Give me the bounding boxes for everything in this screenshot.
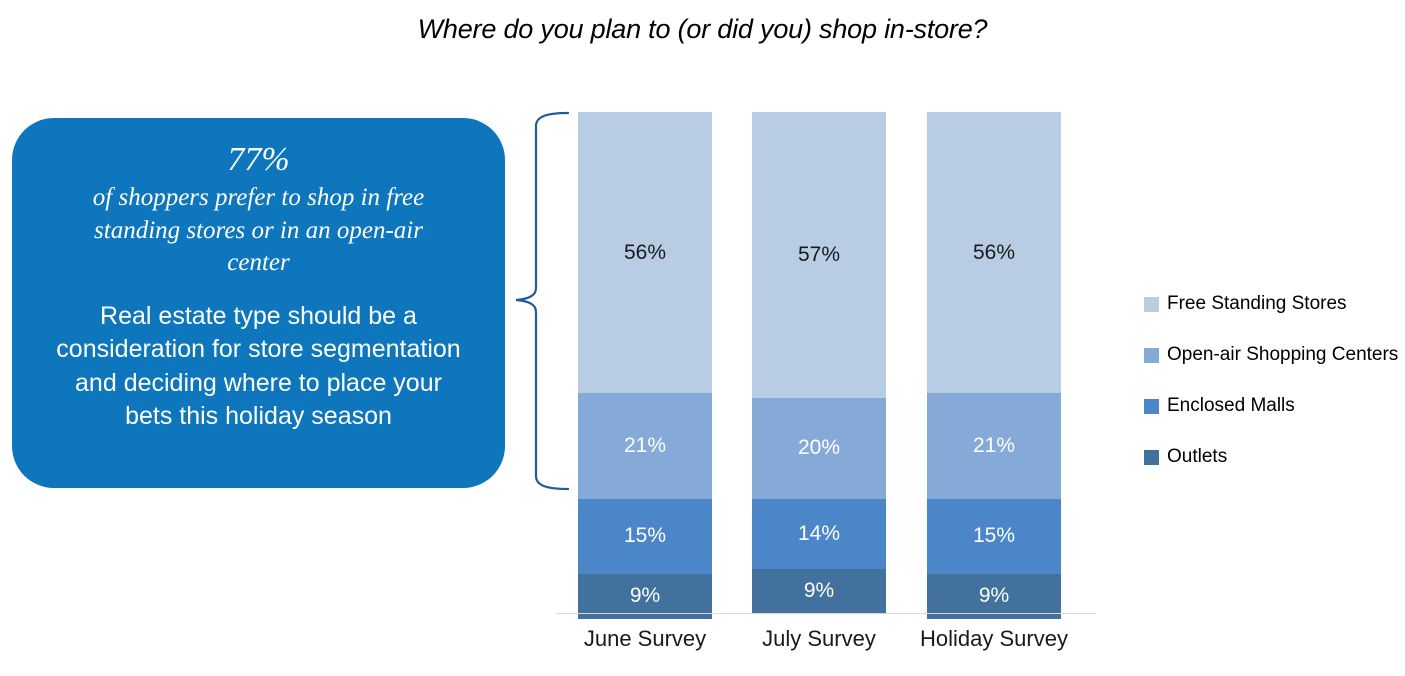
callout-spacer <box>30 280 487 300</box>
bar-segment-holiday-free-standing-stores[interactable]: 56% <box>927 112 1061 394</box>
bar-segment-july-free-standing-stores[interactable]: 57% <box>752 112 886 399</box>
page-title: Where do you plan to (or did you) shop i… <box>0 14 1405 45</box>
stacked-bar-holiday[interactable]: 56% 21% 15% 9% <box>927 112 1061 619</box>
callout-serif-line-2: standing stores or in an open-air <box>94 216 423 244</box>
chart-legend: Free Standing Stores Open-air Shopping Ce… <box>1144 293 1404 500</box>
legend-swatch-icon <box>1144 398 1159 414</box>
category-label-holiday: Holiday Survey <box>920 626 1068 651</box>
bar-segment-value-label: 14% <box>797 521 841 545</box>
bar-segment-june-free-standing-stores[interactable]: 56% <box>578 112 712 394</box>
callout-serif-line-3: center <box>227 249 290 277</box>
stacked-bar-june[interactable]: 56% 21% 15% 9% <box>578 112 712 619</box>
bar-segment-value-label: 57% <box>797 243 841 267</box>
legend-swatch-icon <box>1144 347 1159 363</box>
bar-segment-value-label: 9% <box>803 579 835 603</box>
bar-segment-july-outlets[interactable]: 9% <box>752 568 886 614</box>
bar-segment-june-open-air-shopping-centers[interactable]: 21% <box>578 393 712 499</box>
bar-segment-july-enclosed-malls[interactable]: 14% <box>752 498 886 569</box>
callout-body-line-4: bets this holiday season <box>125 402 392 431</box>
legend-item-free-standing-stores[interactable]: Free Standing Stores <box>1144 293 1404 314</box>
bar-segment-value-label: 56% <box>623 240 667 264</box>
legend-label: Outlets <box>1167 446 1228 467</box>
bar-segment-value-label: 56% <box>972 240 1016 264</box>
callout-body-line-3: and deciding where to place your <box>75 368 442 397</box>
legend-item-enclosed-malls[interactable]: Enclosed Malls <box>1144 395 1404 416</box>
stacked-bar-july[interactable]: 57% 20% 14% 9% <box>752 112 886 614</box>
callout-stat: 77% <box>227 141 290 178</box>
bar-segment-value-label: 20% <box>797 436 841 460</box>
legend-item-outlets[interactable]: Outlets <box>1144 446 1404 467</box>
bar-segment-holiday-open-air-shopping-centers[interactable]: 21% <box>927 393 1061 499</box>
bar-segment-value-label: 21% <box>623 433 667 457</box>
category-label-july: July Survey <box>762 626 876 651</box>
bar-segment-value-label: 9% <box>978 584 1010 608</box>
plot-area: 56% 21% 15% 9% 57% 20% 14% 9% 56% 21% 15% 9% <box>556 112 1096 619</box>
callout-body-line-1: Real estate type should be a <box>100 301 417 330</box>
callout-box: 77% of shoppers prefer to shop in free s… <box>12 118 505 488</box>
legend-swatch-icon <box>1144 296 1159 312</box>
bar-segment-july-open-air-shopping-centers[interactable]: 20% <box>752 398 886 499</box>
bar-segment-value-label: 21% <box>972 433 1016 457</box>
chart-title-text: Where do you plan to (or did you) shop i… <box>417 14 988 44</box>
bar-segment-value-label: 15% <box>623 524 667 548</box>
bar-segment-holiday-enclosed-malls[interactable]: 15% <box>927 498 1061 574</box>
bar-segment-june-enclosed-malls[interactable]: 15% <box>578 498 712 574</box>
callout-serif-line-1: of shoppers prefer to shop in free <box>92 184 425 212</box>
legend-label: Free Standing Stores <box>1167 293 1347 314</box>
category-axis-labels: June Survey July Survey Holiday Survey <box>556 626 1096 658</box>
legend-label: Enclosed Malls <box>1167 395 1295 416</box>
x-axis-line <box>556 613 1096 614</box>
legend-label: Open-air Shopping Centers <box>1167 344 1399 365</box>
legend-item-open-air-shopping-centers[interactable]: Open-air Shopping Centers <box>1144 344 1404 365</box>
callout-body-line-2: consideration for store segmentation <box>56 335 461 364</box>
legend-swatch-icon <box>1144 449 1159 465</box>
bar-segment-value-label: 15% <box>972 524 1016 548</box>
category-label-june: June Survey <box>583 626 707 651</box>
bar-segment-value-label: 9% <box>629 584 661 608</box>
